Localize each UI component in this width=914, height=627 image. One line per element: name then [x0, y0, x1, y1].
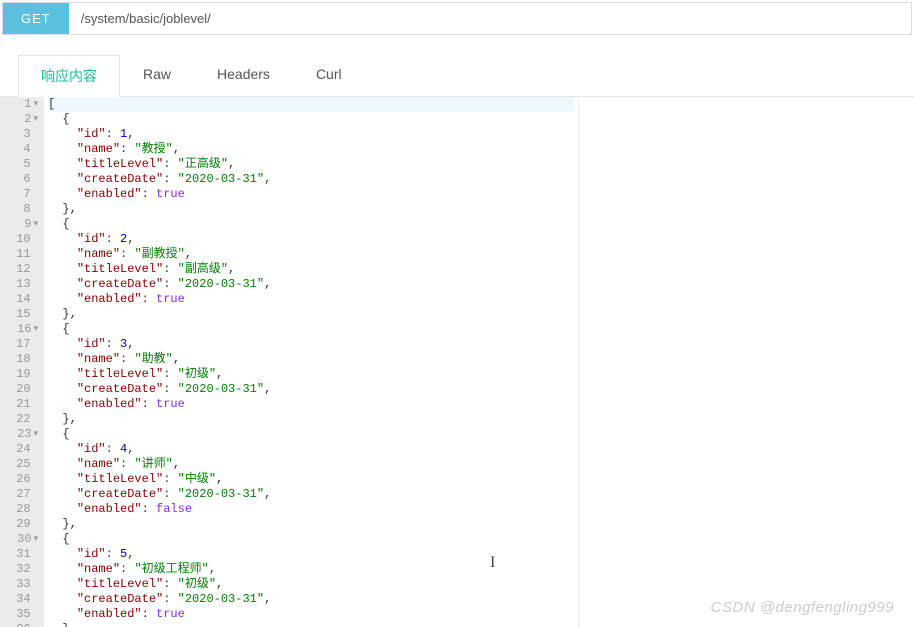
line-number: 21	[6, 397, 38, 412]
line-number: 15	[6, 307, 38, 322]
code-line[interactable]: "id": 3,	[48, 337, 574, 352]
code-line[interactable]: },	[48, 517, 574, 532]
code-line[interactable]: "createDate": "2020-03-31",	[48, 382, 574, 397]
code-line[interactable]: "name": "教授",	[48, 142, 574, 157]
line-number: 5	[6, 157, 38, 172]
tab-response-content[interactable]: 响应内容	[18, 55, 120, 97]
line-number: 24	[6, 442, 38, 457]
code-line[interactable]: "titleLevel": "副高级",	[48, 262, 574, 277]
code-line[interactable]: "id": 4,	[48, 442, 574, 457]
tab-headers[interactable]: Headers	[194, 55, 293, 97]
line-number: 18	[6, 352, 38, 367]
line-number: 30▾	[6, 532, 38, 547]
code-line[interactable]: },	[48, 202, 574, 217]
line-number: 32	[6, 562, 38, 577]
code-content[interactable]: [ { "id": 1, "name": "教授", "titleLevel":…	[44, 97, 579, 627]
line-number: 35	[6, 607, 38, 622]
code-line[interactable]: "titleLevel": "初级",	[48, 577, 574, 592]
code-line[interactable]: {	[48, 322, 574, 337]
code-line[interactable]: {	[48, 217, 574, 232]
line-number: 1▾	[6, 97, 38, 112]
code-line[interactable]: },	[48, 412, 574, 427]
code-line[interactable]: {	[48, 427, 574, 442]
fold-toggle-icon[interactable]: ▾	[33, 532, 38, 547]
line-number: 34	[6, 592, 38, 607]
line-number: 25	[6, 457, 38, 472]
code-line[interactable]: "name": "助教",	[48, 352, 574, 367]
fold-toggle-icon[interactable]: ▾	[33, 217, 38, 232]
line-number: 3	[6, 127, 38, 142]
line-number: 13	[6, 277, 38, 292]
line-number: 2▾	[6, 112, 38, 127]
line-number: 11	[6, 247, 38, 262]
fold-toggle-icon[interactable]: ▾	[33, 112, 38, 127]
line-number: 26	[6, 472, 38, 487]
code-line[interactable]: },	[48, 622, 574, 627]
code-line[interactable]: "titleLevel": "正高级",	[48, 157, 574, 172]
code-line[interactable]: },	[48, 307, 574, 322]
code-line[interactable]: [	[48, 97, 574, 112]
line-number: 14	[6, 292, 38, 307]
code-line[interactable]: {	[48, 532, 574, 547]
code-line[interactable]: {	[48, 112, 574, 127]
tab-raw[interactable]: Raw	[120, 55, 194, 97]
line-number: 9▾	[6, 217, 38, 232]
code-line[interactable]: "name": "副教授",	[48, 247, 574, 262]
code-line[interactable]: "titleLevel": "中级",	[48, 472, 574, 487]
code-line[interactable]: "enabled": true	[48, 292, 574, 307]
text-cursor-icon: I	[490, 554, 495, 572]
http-method-badge[interactable]: GET	[3, 3, 69, 34]
url-input[interactable]	[69, 3, 911, 34]
line-number: 7	[6, 187, 38, 202]
code-line[interactable]: "enabled": true	[48, 187, 574, 202]
line-number: 27	[6, 487, 38, 502]
code-line[interactable]: "enabled": true	[48, 397, 574, 412]
fold-toggle-icon[interactable]: ▾	[33, 97, 38, 112]
line-number: 20	[6, 382, 38, 397]
code-line[interactable]: "id": 2,	[48, 232, 574, 247]
code-line[interactable]: "titleLevel": "初级",	[48, 367, 574, 382]
line-number: 36	[6, 622, 38, 627]
code-line[interactable]: "createDate": "2020-03-31",	[48, 277, 574, 292]
request-bar: GET	[2, 2, 912, 35]
line-number: 8	[6, 202, 38, 217]
line-number: 17	[6, 337, 38, 352]
code-line[interactable]: "createDate": "2020-03-31",	[48, 592, 574, 607]
code-line[interactable]: "createDate": "2020-03-31",	[48, 172, 574, 187]
code-line[interactable]: "name": "讲师",	[48, 457, 574, 472]
line-number: 12	[6, 262, 38, 277]
line-number: 6	[6, 172, 38, 187]
code-line[interactable]: "createDate": "2020-03-31",	[48, 487, 574, 502]
tab-curl[interactable]: Curl	[293, 55, 365, 97]
code-line[interactable]: "enabled": true	[48, 607, 574, 622]
line-number: 4	[6, 142, 38, 157]
code-editor: 1▾2▾3 4 5 6 7 8 9▾10 11 12 13 14 15 16▾1…	[0, 97, 914, 627]
fold-toggle-icon[interactable]: ▾	[33, 322, 38, 337]
line-number: 23▾	[6, 427, 38, 442]
line-number: 19	[6, 367, 38, 382]
code-line[interactable]: "id": 1,	[48, 127, 574, 142]
line-number-gutter: 1▾2▾3 4 5 6 7 8 9▾10 11 12 13 14 15 16▾1…	[0, 97, 44, 627]
line-number: 16▾	[6, 322, 38, 337]
line-number: 10	[6, 232, 38, 247]
line-number: 22	[6, 412, 38, 427]
response-tabs: 响应内容 Raw Headers Curl	[0, 55, 914, 97]
fold-toggle-icon[interactable]: ▾	[33, 427, 38, 442]
code-line[interactable]: "enabled": false	[48, 502, 574, 517]
line-number: 33	[6, 577, 38, 592]
line-number: 28	[6, 502, 38, 517]
line-number: 31	[6, 547, 38, 562]
line-number: 29	[6, 517, 38, 532]
